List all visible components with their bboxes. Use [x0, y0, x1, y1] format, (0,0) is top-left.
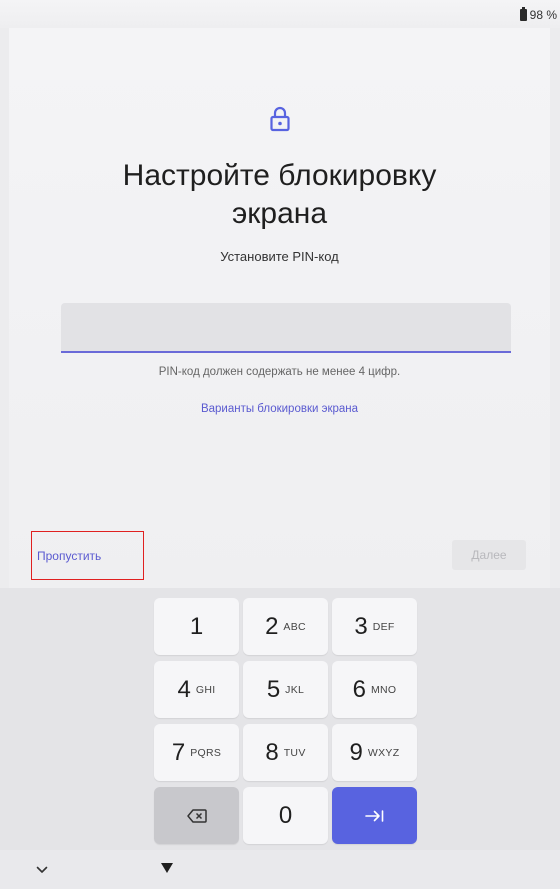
battery-icon [519, 7, 527, 21]
chevron-down-icon[interactable] [36, 866, 48, 874]
key-4[interactable]: 4 GHI [154, 661, 239, 718]
key-5[interactable]: 5 JKL [243, 661, 328, 718]
back-triangle-icon[interactable] [160, 862, 174, 874]
page-title-line2: экрана [231, 197, 328, 230]
enter-key[interactable] [332, 787, 417, 844]
page-subtitle: Установите PIN-код [220, 249, 339, 264]
key-1[interactable]: 1 [154, 598, 239, 655]
status-bar: 98 % [0, 0, 560, 28]
tab-enter-icon [364, 809, 383, 822]
battery-percent: 98 % [529, 8, 557, 22]
skip-button-label: Пропустить [37, 548, 102, 563]
pin-hint: PIN-код должен содержать не менее 4 цифр… [158, 366, 401, 378]
page-title: Настройте блокировку экрана [9, 157, 550, 233]
lock-icon [269, 106, 290, 132]
numeric-keypad: 1 2 ABC 3 DEF 4 GHI 5 JKL 6 MNO 7 PQRS 8… [0, 588, 560, 850]
lock-options-link[interactable]: Варианты блокировки экрана [9, 403, 550, 415]
backspace-key[interactable] [154, 787, 239, 844]
navigation-bar [0, 850, 560, 889]
next-button-label: Далее [471, 548, 507, 562]
key-2[interactable]: 2 ABC [243, 598, 328, 655]
key-6[interactable]: 6 MNO [332, 661, 417, 718]
setup-card: Настройте блокировку экрана Установите P… [9, 28, 550, 588]
next-button[interactable]: Далее [452, 540, 526, 570]
key-7[interactable]: 7 PQRS [154, 724, 239, 781]
battery-indicator: 98 % [519, 7, 557, 22]
key-0[interactable]: 0 [243, 787, 328, 844]
page-title-line1: Настройте блокировку [122, 159, 437, 192]
key-8[interactable]: 8 TUV [243, 724, 328, 781]
pin-input[interactable] [61, 303, 511, 353]
key-3[interactable]: 3 DEF [332, 598, 417, 655]
key-9[interactable]: 9 WXYZ [332, 724, 417, 781]
backspace-icon [186, 808, 207, 823]
skip-button[interactable]: Пропустить [31, 531, 144, 580]
